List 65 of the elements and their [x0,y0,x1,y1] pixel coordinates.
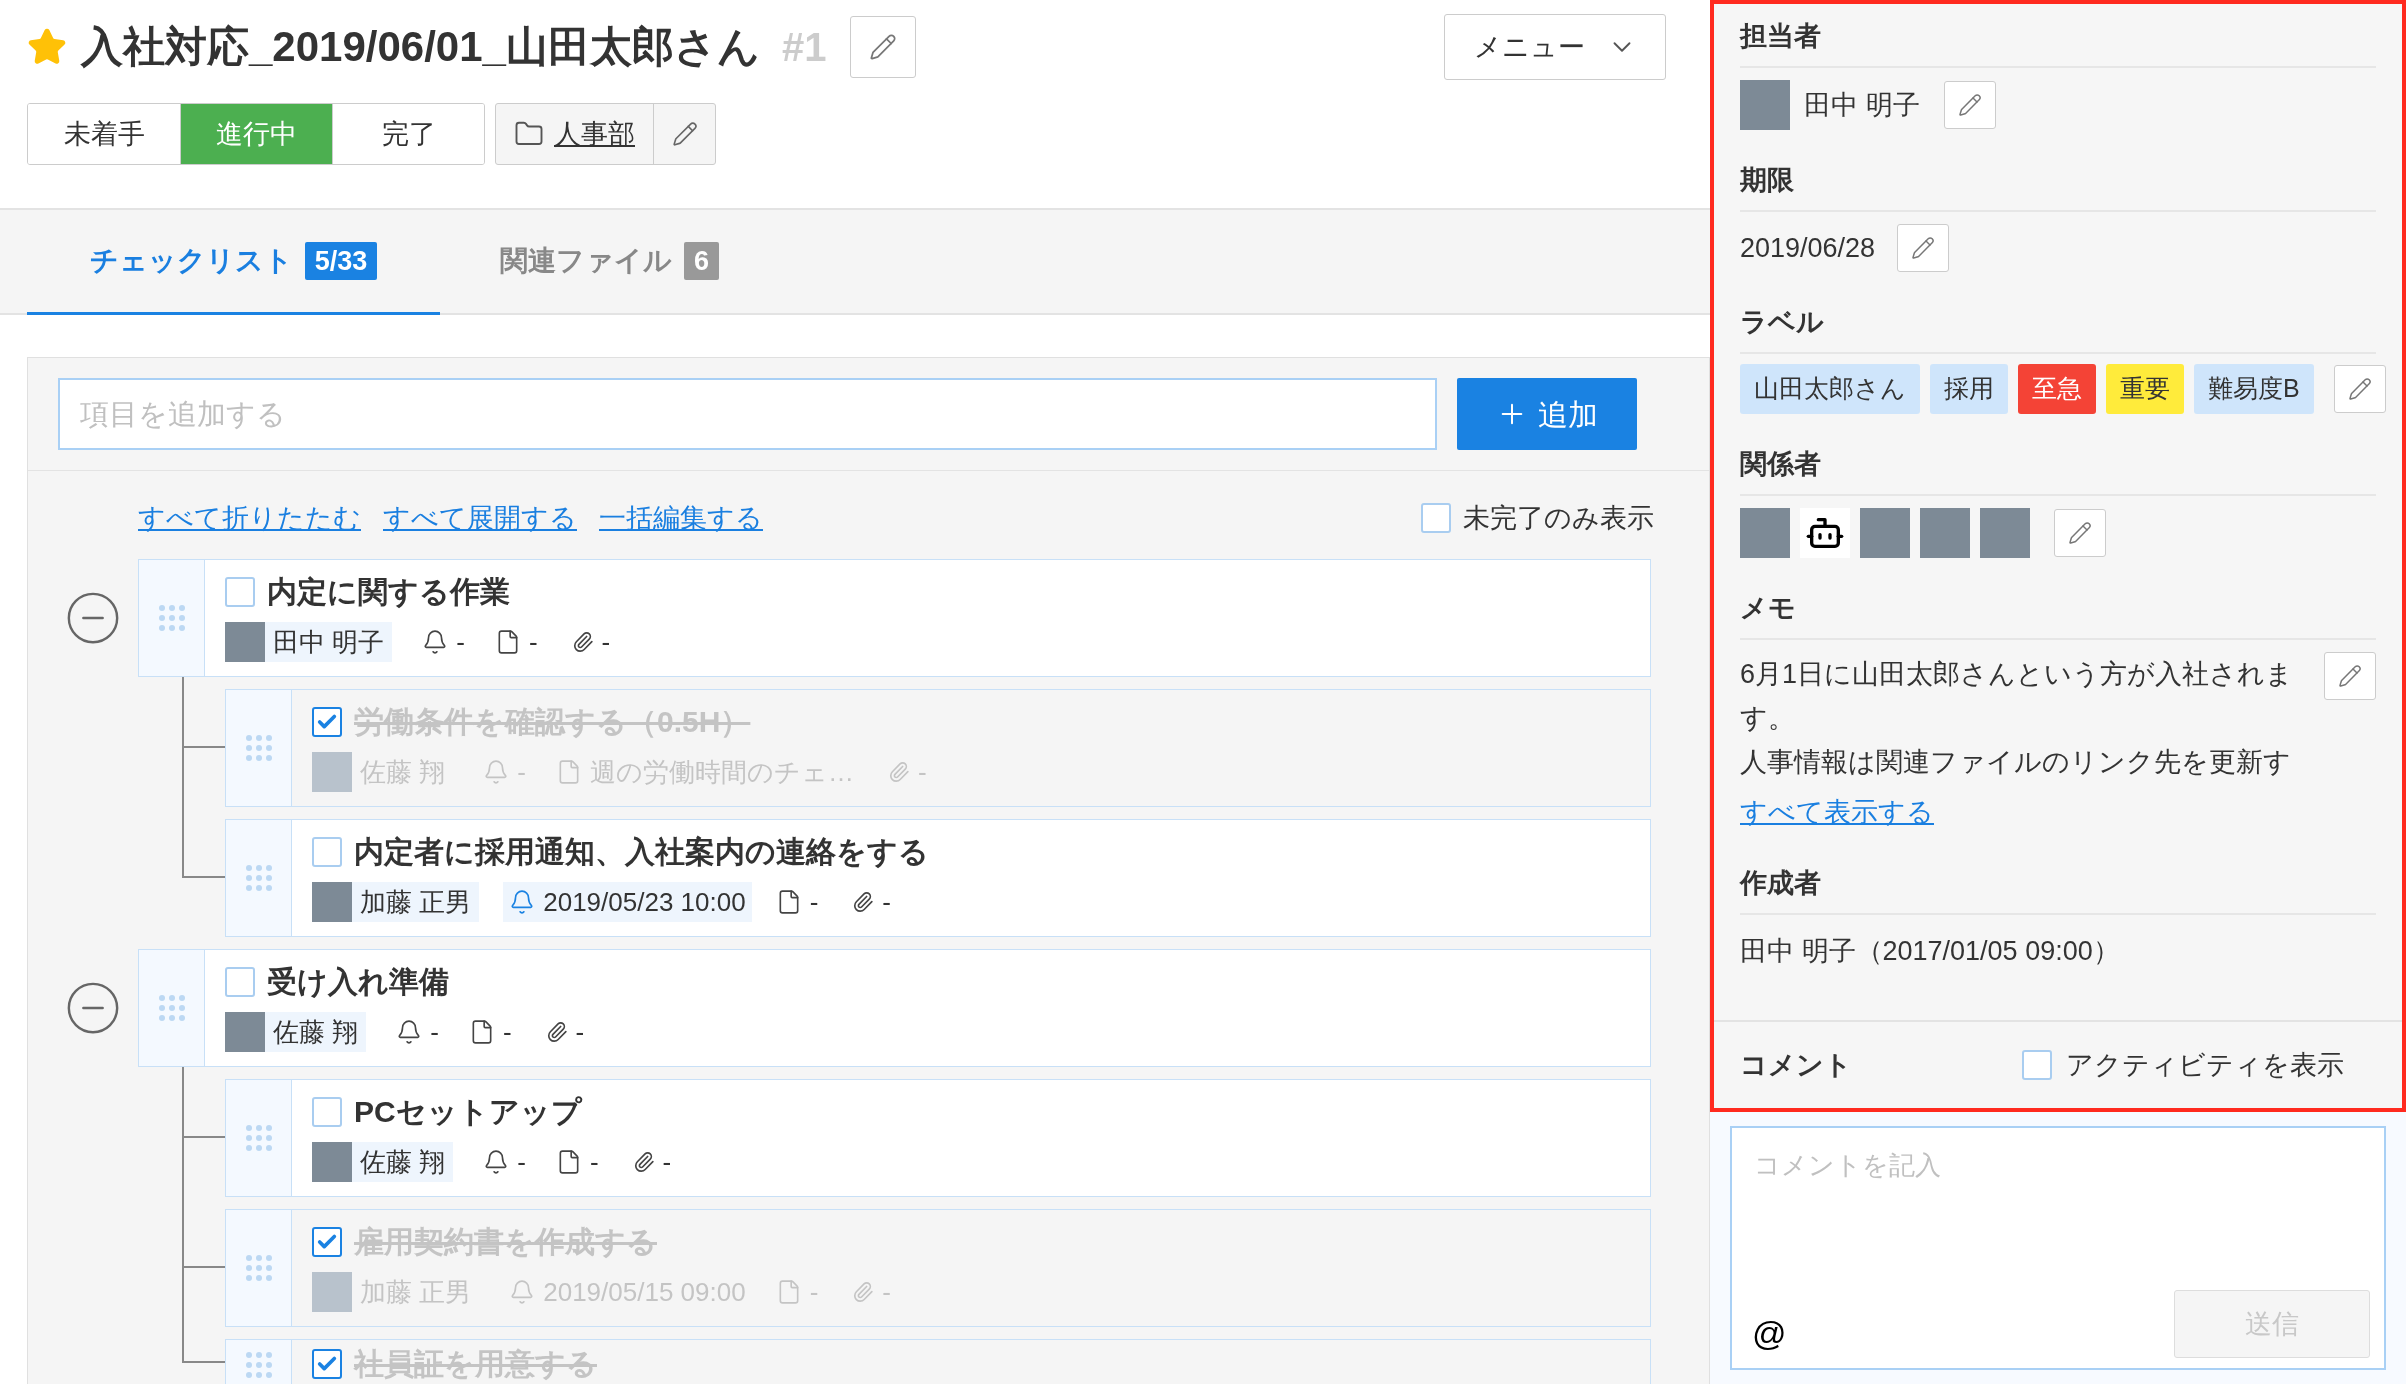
label-tag: 採用 [1930,364,2008,414]
note-text: - [502,1016,512,1049]
note-text: - [528,626,538,659]
assignee-chip[interactable]: 佐藤 翔 [225,1012,367,1052]
action-link[interactable]: 一括編集する [599,497,763,539]
item-title: 内定に関する作業 [267,574,510,610]
filter-label: 未完了のみ表示 [1463,501,1654,535]
assignee-name: 佐藤 翔 [360,1146,446,1179]
reminder-text: - [517,756,526,789]
reminder-text: - [517,1146,526,1179]
assignee-name: 加藤 正男 [360,886,472,919]
show-all-link[interactable]: すべて表示する [1740,792,1934,833]
section-heading: 関係者 [1740,449,1821,479]
attachment-text: - [917,756,927,789]
add-item-field[interactable]: 項目を追加する [58,378,1437,450]
section-heading: メモ [1740,593,1796,623]
menu-button[interactable]: メニュー [1444,14,1666,80]
attachment-text: - [882,1276,891,1309]
count-badge: 5/33 [304,242,378,280]
reminder-text: 2019/05/23 10:00 [543,886,746,919]
assignee-chip[interactable]: 田中 明子 [225,622,393,662]
note-text: - [809,1276,819,1309]
label-tag: 重要 [2106,364,2184,414]
status-button[interactable]: 完了 [332,104,484,164]
label-tag: 山田太郎さん [1740,364,1920,414]
add-button[interactable]: 追加 [1457,378,1637,450]
reminder-chip[interactable]: - [477,1142,532,1182]
action-link[interactable]: すべて展開する [383,497,577,539]
due-date: 2019/06/28 [1740,231,1876,265]
count-badge: 6 [684,242,720,280]
attachment-text: - [601,626,611,659]
reminder-chip[interactable]: 2019/05/23 10:00 [503,882,752,922]
item-title: 受け入れ準備 [267,964,449,1000]
reminder-chip[interactable]: - [416,622,471,662]
section-heading: ラベル [1740,307,1824,337]
memo-text: 6月1日に山田太郎さんという方が入社されます。 [1740,658,2295,735]
section-heading: 作成者 [1740,867,1821,898]
attachment-text: - [575,1016,585,1049]
reminder-text: - [456,626,465,659]
label-tag: 至急 [2018,364,2096,414]
label-tag: 難易度B [2194,364,2314,414]
item-title: PCセットアップ [354,1094,582,1130]
attachment-text: - [662,1146,672,1179]
section-heading: 担当者 [1740,21,1821,51]
assignee-name: 田中 明子 [273,626,385,659]
assignee-name: 佐藤 翔 [273,1016,359,1049]
reminder-text: - [430,1016,439,1049]
comment-field[interactable]: コメントを記入 [1742,1138,2374,1290]
section-heading: 期限 [1740,165,1794,195]
attachment-text: - [882,886,891,919]
comment-heading: コメント [1740,1048,1852,1082]
note-text: - [589,1146,599,1179]
page-title: 入社対応_2019/06/01_山田太郎さん [81,22,760,72]
reminder-chip[interactable]: - [390,1012,445,1052]
assignee-chip[interactable]: 加藤 正男 [312,882,480,922]
assignee-name: 田中 明子 [1804,88,1920,122]
mention-button[interactable]: @ [1752,1316,1787,1358]
creator-text: 田中 明子（2017/01/05 09:00） [1740,934,2121,968]
assignee-chip[interactable]: 佐藤 翔 [312,1142,454,1182]
item-title: 内定者に採用通知、入社案内の連絡をする [354,834,929,870]
memo-text: 人事情報は関連ファイルのリンク先を更新す [1740,746,2292,779]
tab[interactable]: チェックリスト 5/33 [27,210,440,315]
note-text: - [809,886,819,919]
action-link[interactable]: すべて折りたたむ [138,497,361,539]
activity-label: アクティビティを表示 [2066,1048,2344,1082]
